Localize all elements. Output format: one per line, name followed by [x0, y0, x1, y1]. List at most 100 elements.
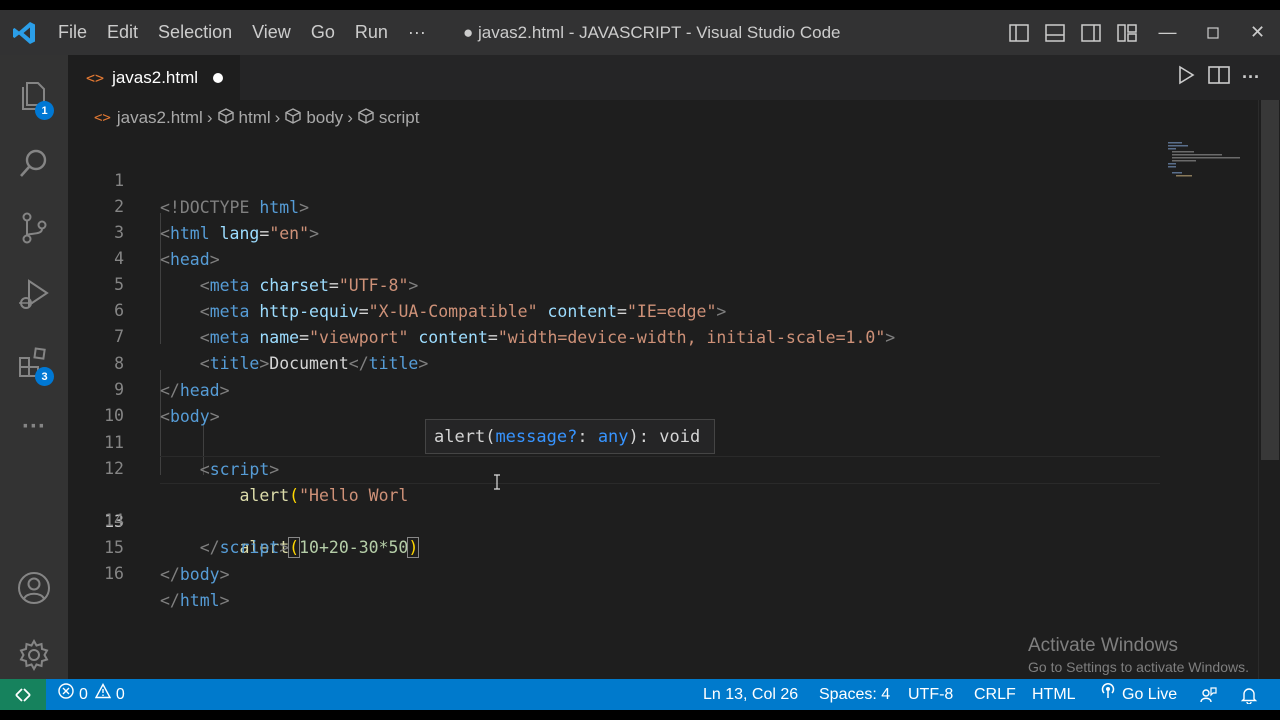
element-cube-icon	[357, 107, 375, 130]
explorer-badge: 1	[35, 101, 54, 120]
editor-actions: ···	[1176, 55, 1260, 100]
breadcrumb-body[interactable]: body	[284, 107, 343, 130]
breadcrumb-html-label: html	[238, 108, 271, 127]
toggle-primary-sidebar-icon[interactable]	[1001, 10, 1037, 55]
breadcrumb-body-label: body	[306, 108, 344, 127]
hover-return: ): void	[628, 427, 701, 447]
code-line-15: 15 </body>	[68, 509, 1168, 583]
warning-icon	[94, 679, 112, 710]
notifications-bell-icon[interactable]	[1240, 679, 1258, 710]
source-control-icon[interactable]	[0, 200, 68, 256]
tag-token: html	[179, 590, 220, 610]
tab-javas2-html[interactable]: <> javas2.html	[68, 55, 240, 100]
chevron-right-icon: ›	[347, 108, 353, 127]
code-line-14: 14 </script>	[68, 482, 1168, 556]
toggle-panel-icon[interactable]	[1037, 10, 1073, 55]
error-count: 0	[79, 686, 88, 703]
manage-gear-icon[interactable]	[0, 627, 68, 683]
go-live-label: Go Live	[1122, 686, 1178, 703]
breadcrumb-script[interactable]: script	[357, 107, 420, 130]
tab-bar: <> javas2.html ···	[68, 55, 1280, 100]
title-bar: File Edit Selection View Go Run ··· ● ja…	[0, 10, 1280, 55]
activate-windows-subtitle: Go to Settings to activate Windows.	[1028, 659, 1249, 675]
code-editor[interactable]: 1 <!DOCTYPE html> 2 <html lang="en"> 3 <…	[68, 134, 1258, 679]
run-debug-icon[interactable]	[0, 267, 68, 323]
tab-label: javas2.html	[112, 67, 199, 87]
split-editor-icon[interactable]	[1208, 65, 1230, 90]
line-number: 16	[104, 564, 124, 584]
element-cube-icon	[284, 107, 302, 130]
menu-selection[interactable]: Selection	[148, 10, 242, 55]
code-line-5: 5 <meta http-equiv="X-UA-Compatible" con…	[68, 246, 1168, 320]
text-cursor-icon	[493, 474, 501, 494]
menu-more[interactable]: ···	[398, 10, 436, 55]
unsaved-dot-icon[interactable]	[213, 73, 223, 83]
end-of-line[interactable]: CRLF	[974, 679, 1016, 710]
code-line-3: 3 <head>	[68, 194, 1168, 268]
broadcast-icon	[1099, 679, 1117, 710]
current-line-highlight	[160, 456, 1160, 484]
vscode-window: File Edit Selection View Go Run ··· ● ja…	[0, 10, 1280, 710]
code-line-4: 4 <meta charset="UTF-8">	[68, 220, 1168, 294]
menu-run[interactable]: Run	[345, 10, 398, 55]
vscode-logo-icon	[0, 10, 48, 55]
run-file-icon[interactable]	[1176, 65, 1196, 90]
problems-indicator[interactable]: 0 0	[58, 679, 125, 710]
accounts-icon[interactable]	[0, 560, 68, 616]
code-line-9: 9 <body>	[68, 351, 1168, 425]
menu-go[interactable]: Go	[301, 10, 345, 55]
minimize-icon[interactable]: —	[1145, 10, 1190, 55]
feedback-icon[interactable]	[1199, 679, 1217, 710]
signature-hover-tooltip: alert(message?: any): void	[425, 419, 715, 454]
indentation[interactable]: Spaces: 4	[819, 679, 890, 710]
search-icon[interactable]	[0, 135, 68, 191]
scrollbar-thumb[interactable]	[1261, 100, 1279, 460]
warning-count: 0	[115, 686, 125, 703]
more-actions-icon[interactable]: ···	[1242, 67, 1260, 88]
hover-type: any	[597, 427, 629, 447]
code-line-1: 1 <!DOCTYPE html>	[68, 142, 1168, 216]
more-views-icon[interactable]: ···	[0, 399, 68, 455]
explorer-icon[interactable]: 1	[0, 67, 68, 123]
chevron-right-icon: ›	[206, 108, 213, 127]
html-file-icon: <>	[94, 110, 111, 126]
extensions-badge: 3	[35, 367, 54, 386]
chevron-right-icon: ›	[274, 108, 281, 127]
code-line-8: 8 </head>	[68, 325, 1168, 399]
status-bar: 0 0 Ln 13, Col 26 Spaces: 4 UTF-8 CRLF H…	[0, 679, 1280, 710]
code-line-16: 16 </html>	[68, 535, 1168, 609]
error-icon	[58, 679, 74, 710]
vertical-scrollbar[interactable]	[1258, 100, 1280, 679]
activate-windows-title: Activate Windows	[1028, 635, 1178, 656]
toggle-secondary-sidebar-icon[interactable]	[1073, 10, 1109, 55]
hover-param: message?	[495, 427, 578, 447]
code-line-7: 7 <title>Document</title>	[68, 298, 1168, 372]
encoding[interactable]: UTF-8	[908, 679, 953, 710]
breadcrumb-file[interactable]: <> javas2.html	[94, 108, 203, 128]
customize-layout-icon[interactable]	[1109, 10, 1145, 55]
close-icon[interactable]: ✕	[1235, 10, 1280, 55]
element-cube-icon	[217, 107, 235, 130]
maximize-icon[interactable]	[1190, 10, 1235, 55]
hover-fn: alert	[434, 427, 486, 447]
tag-token: body	[179, 564, 220, 584]
menu-view[interactable]: View	[242, 10, 301, 55]
code-line-10: 10	[68, 377, 1168, 425]
language-mode[interactable]: HTML	[1032, 679, 1076, 710]
remote-indicator-icon[interactable]	[0, 679, 46, 710]
extensions-icon[interactable]: 3	[0, 335, 68, 391]
menu-file[interactable]: File	[48, 10, 97, 55]
minimap[interactable]	[1168, 140, 1243, 180]
go-live-button[interactable]: Go Live	[1099, 679, 1177, 710]
code-line-2: 2 <html lang="en">	[68, 168, 1168, 242]
cursor-position[interactable]: Ln 13, Col 26	[703, 679, 798, 710]
breadcrumb: <> javas2.html › html › body › script	[94, 106, 419, 130]
breadcrumb-html[interactable]: html	[217, 107, 271, 130]
hover-colon: :	[577, 427, 598, 447]
code-line-6: 6 <meta name="viewport" content="width=d…	[68, 272, 1168, 346]
menu-edit[interactable]: Edit	[97, 10, 148, 55]
breadcrumb-script-label: script	[378, 108, 420, 127]
breadcrumb-file-label: javas2.html	[116, 108, 203, 127]
html-file-icon: <>	[86, 68, 105, 87]
code-line-13: 13 alert(10+20-30*50)	[68, 456, 1168, 558]
